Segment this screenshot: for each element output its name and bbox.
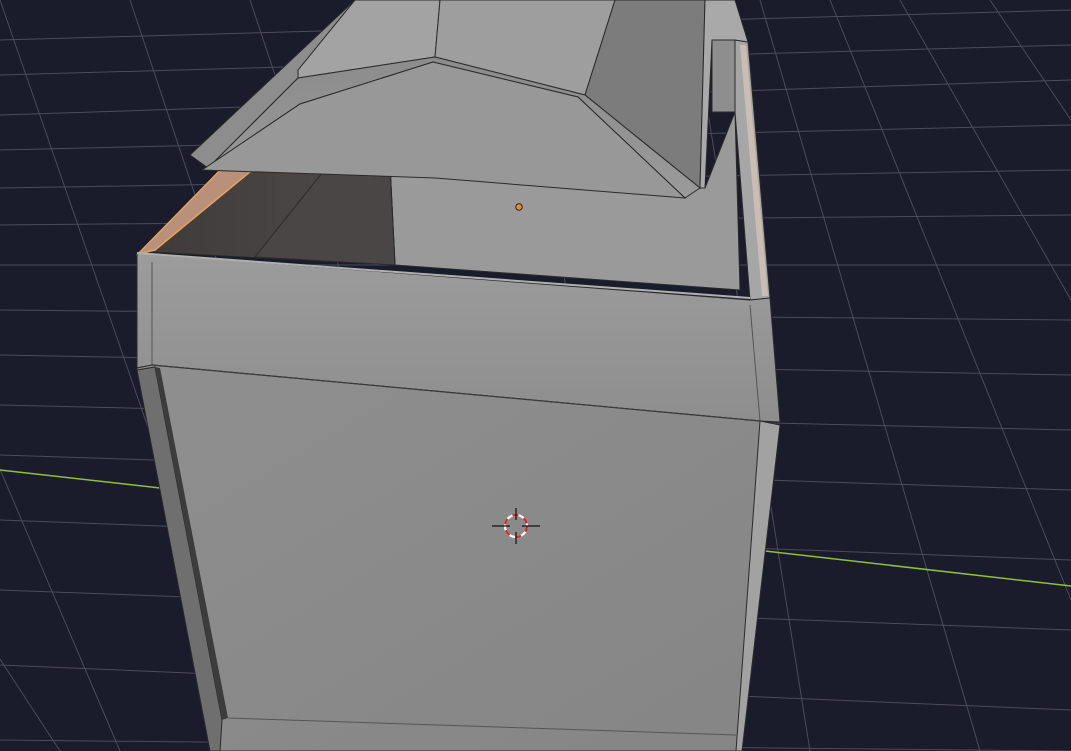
object-origin-icon — [515, 203, 523, 211]
chest-front-face — [136, 364, 781, 751]
chest-lid[interactable] — [189, 0, 749, 199]
chest-mesh[interactable] — [135, 0, 781, 751]
3d-viewport[interactable] — [0, 0, 1071, 751]
viewport-scene[interactable] — [0, 0, 1071, 751]
